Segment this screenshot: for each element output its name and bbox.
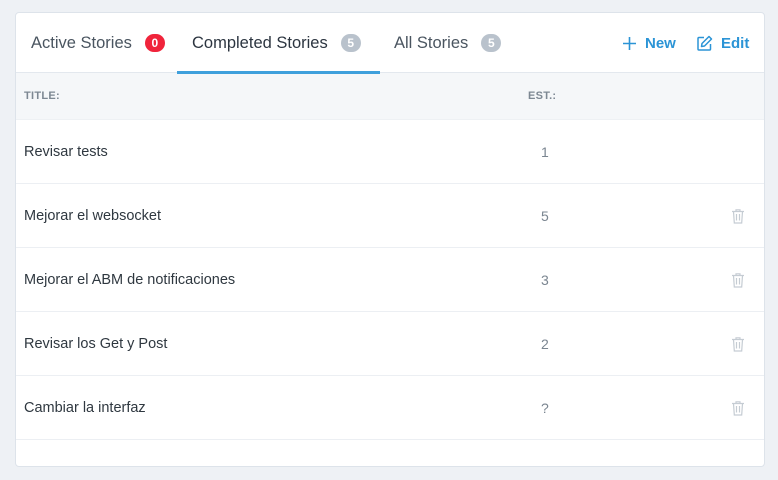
tab-completed-stories[interactable]: Completed Stories 5 (177, 13, 380, 74)
edit-label: Edit (721, 34, 750, 52)
story-estimate: 3 (541, 271, 549, 288)
tab-all-stories[interactable]: All Stories 5 (394, 13, 502, 73)
table-row[interactable]: Revisar los Get y Post 2 (16, 312, 764, 376)
trash-icon[interactable] (731, 272, 745, 288)
count-badge: 5 (481, 34, 502, 52)
new-label: New (645, 34, 676, 52)
tab-label: All Stories (394, 33, 469, 52)
table-row[interactable]: Cambiar la interfaz ? (16, 376, 764, 440)
tab-label: Completed Stories (192, 33, 328, 52)
plus-icon (623, 36, 636, 50)
table-header: TITLE: EST.: (16, 73, 764, 120)
tab-label: Active Stories (31, 33, 132, 52)
tab-active-stories[interactable]: Active Stories 0 (31, 13, 165, 73)
story-title: Revisar tests (24, 143, 108, 160)
story-title: Cambiar la interfaz (24, 399, 146, 416)
trash-icon[interactable] (731, 336, 745, 352)
count-badge: 0 (144, 34, 165, 52)
story-estimate: 2 (541, 335, 549, 352)
story-title: Mejorar el websocket (24, 207, 161, 224)
table-row[interactable]: Mejorar el websocket 5 (16, 184, 764, 248)
story-title: Revisar los Get y Post (24, 335, 168, 352)
new-story-button[interactable]: New (622, 13, 676, 73)
story-estimate: 5 (541, 207, 549, 224)
edit-icon (697, 35, 713, 51)
edit-button[interactable]: Edit (696, 13, 749, 73)
story-estimate: 1 (541, 143, 549, 160)
trash-icon[interactable] (731, 208, 745, 224)
story-estimate: ? (541, 399, 549, 416)
stories-panel: Active Stories 0 Completed Stories 5 All… (15, 12, 765, 467)
table-row[interactable]: Revisar tests 1 (16, 120, 764, 184)
story-title: Mejorar el ABM de notificaciones (24, 271, 236, 288)
tab-bar: Active Stories 0 Completed Stories 5 All… (16, 13, 764, 74)
column-title: TITLE: (24, 90, 61, 102)
count-badge: 5 (340, 34, 361, 52)
trash-icon[interactable] (731, 400, 745, 416)
column-estimate: EST.: (528, 90, 557, 102)
table-row[interactable]: Mejorar el ABM de notificaciones 3 (16, 248, 764, 312)
